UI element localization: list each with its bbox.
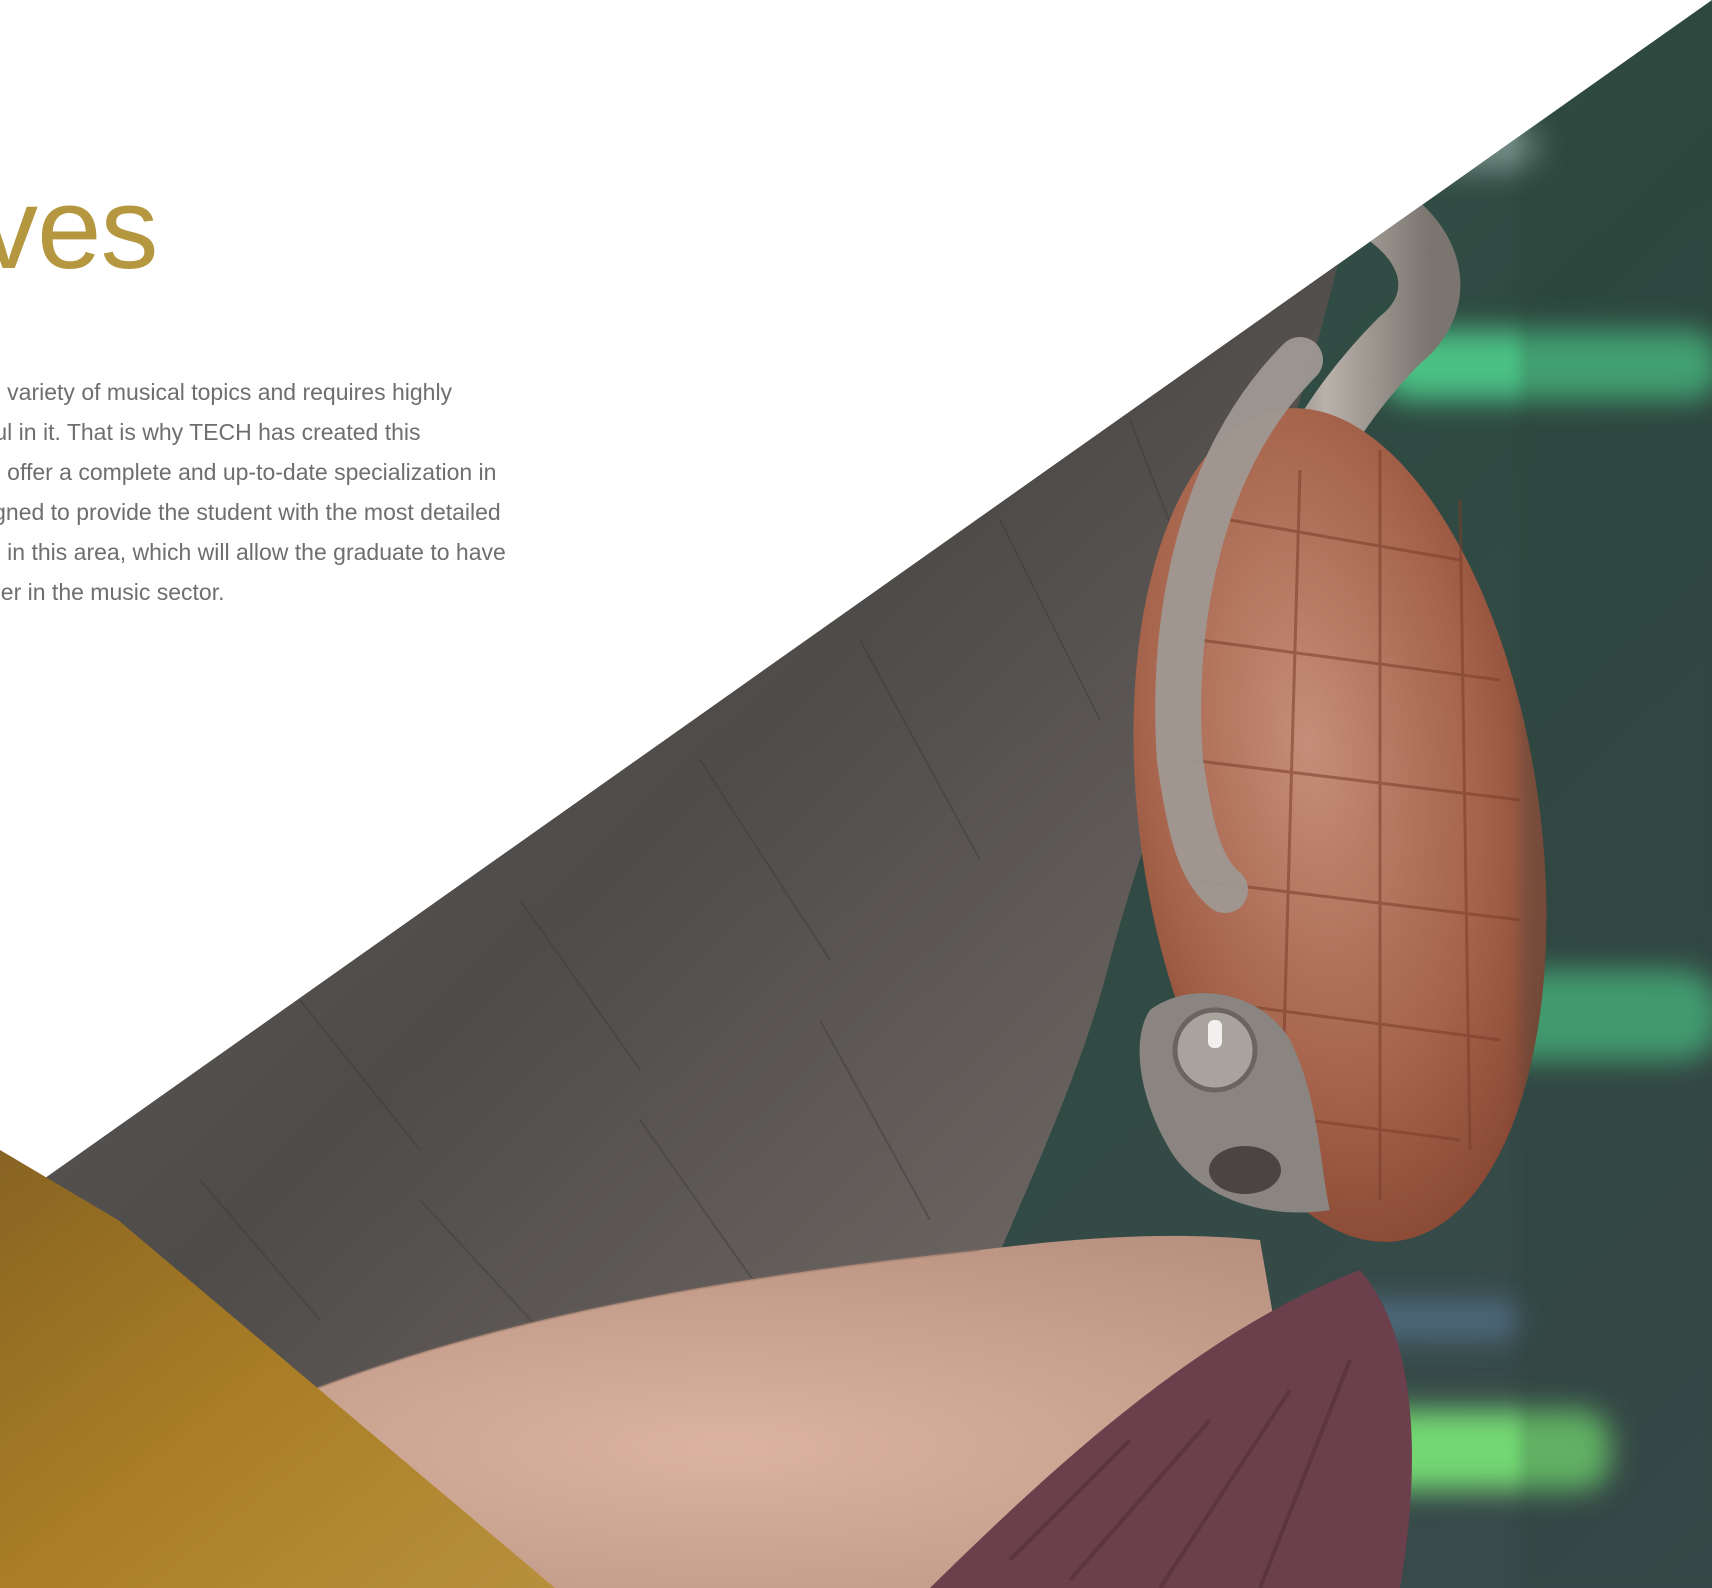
studio-headphones-photo: [0, 0, 1712, 1588]
section-description: e variety of musical topics and requires…: [0, 372, 568, 612]
objectives-section: ves e variety of musical topics and requ…: [0, 0, 1712, 1588]
section-heading: ves: [0, 163, 159, 293]
description-line: eer in the music sector.: [0, 579, 225, 605]
description-line: ful in it. That is why TECH has created …: [0, 419, 421, 445]
description-line: igned to provide the student with the mo…: [0, 499, 501, 525]
description-line: o offer a complete and up-to-date specia…: [0, 459, 497, 485]
description-line: e in this area, which will allow the gra…: [0, 539, 506, 565]
description-line: e variety of musical topics and requires…: [0, 379, 453, 405]
